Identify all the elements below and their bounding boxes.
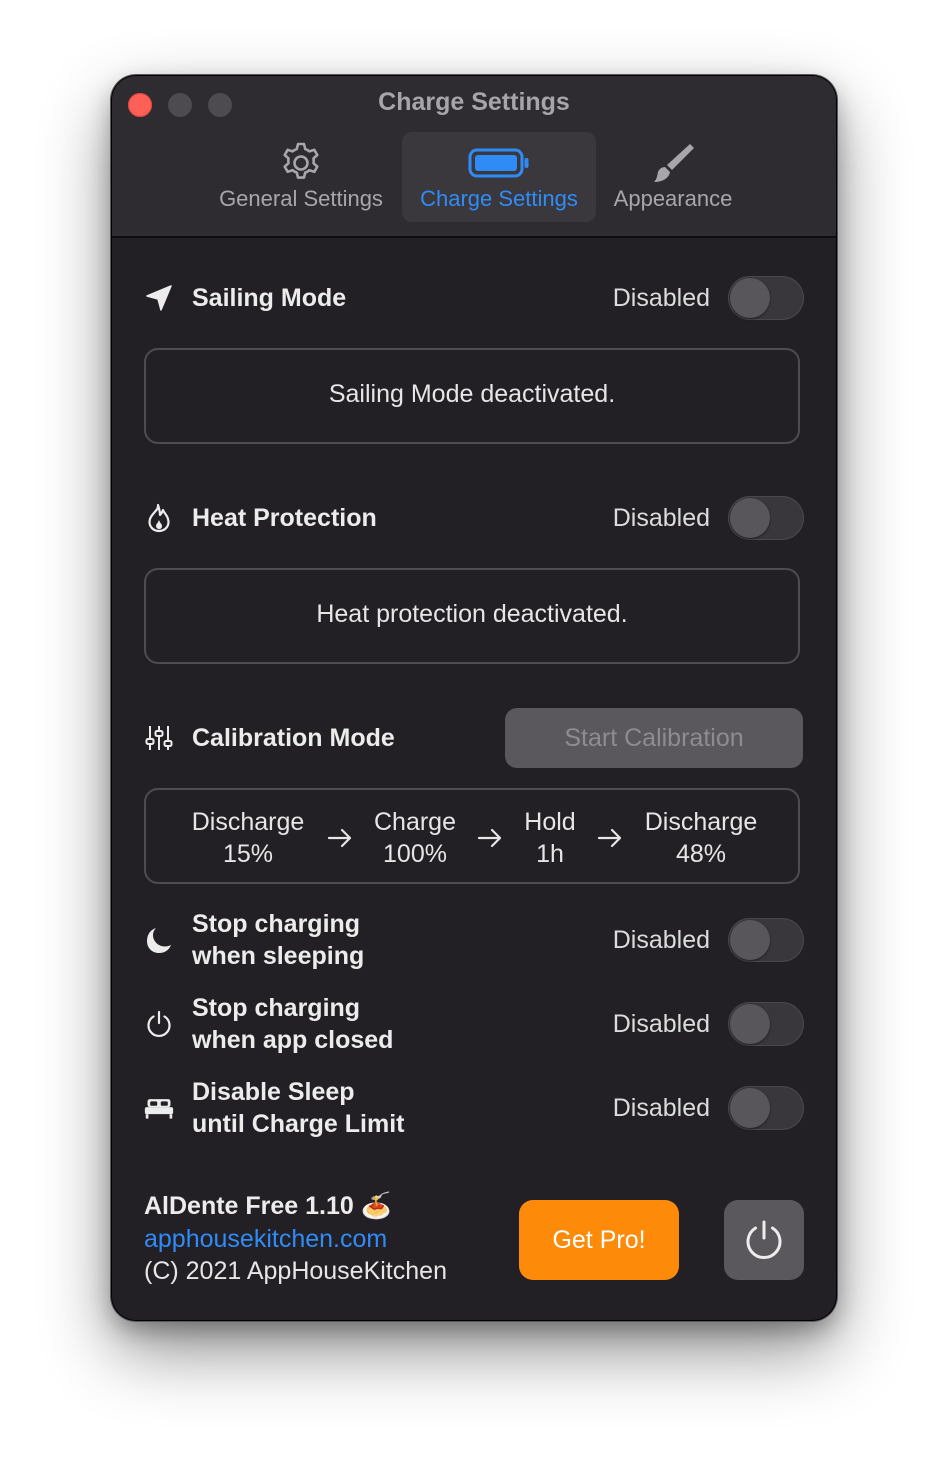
tab-label: Appearance	[613, 186, 733, 211]
flame-icon	[144, 503, 174, 533]
stop-charging-sleeping-toggle[interactable]	[728, 918, 804, 962]
title-line: until Charge Limit	[192, 1110, 405, 1138]
arrow-right-icon	[327, 828, 352, 848]
title-line: Disable Sleep	[192, 1078, 355, 1106]
tab-label: Charge Settings	[420, 186, 578, 211]
sailing-mode-toggle[interactable]	[728, 276, 804, 320]
paintbrush-icon	[602, 140, 744, 186]
step-label: Hold	[524, 808, 576, 836]
gear-icon	[208, 140, 394, 186]
step-value: 15%	[222, 840, 274, 868]
toggle-knob	[730, 1004, 770, 1044]
calibration-steps-box: Discharge 15% Charge 100% Hold 1h Discha…	[144, 788, 800, 884]
title-line: when app closed	[192, 1026, 394, 1054]
tab-appearance[interactable]: Appearance	[602, 132, 744, 222]
calibration-step: Discharge 15%	[178, 806, 318, 870]
step-label: Discharge	[191, 808, 305, 836]
toggle-knob	[730, 278, 770, 318]
calibration-step: Charge 100%	[360, 806, 470, 870]
sailing-mode-title: Sailing Mode	[192, 284, 347, 312]
stop-charging-sleeping-status: Disabled	[612, 926, 710, 954]
title-line: Stop charging	[192, 910, 361, 938]
heat-protection-message: Heat protection deactivated.	[316, 600, 628, 628]
moon-icon	[144, 925, 174, 955]
calibration-step: Discharge 48%	[630, 806, 772, 870]
charge-settings-window: Charge Settings General Settings Charge …	[112, 76, 836, 1320]
titlebar: Charge Settings General Settings Charge …	[112, 76, 836, 238]
calibration-step: Hold 1h	[510, 806, 590, 870]
location-arrow-icon	[144, 283, 174, 313]
title-line: when sleeping	[192, 942, 365, 970]
battery-icon	[402, 140, 596, 186]
stop-charging-app-closed-status: Disabled	[612, 1010, 710, 1038]
step-value: 100%	[383, 840, 447, 868]
step-value: 48%	[675, 840, 727, 868]
heat-protection-info-box: Heat protection deactivated.	[144, 568, 800, 664]
tab-charge-settings[interactable]: Charge Settings	[402, 132, 596, 222]
pasta-emoji: 🍝	[360, 1192, 392, 1220]
tab-general-settings[interactable]: General Settings	[208, 132, 394, 222]
sailing-mode-info-box: Sailing Mode deactivated.	[144, 348, 800, 444]
toggle-knob	[730, 1088, 770, 1128]
website-link[interactable]: apphousekitchen.com	[144, 1225, 387, 1254]
start-calibration-button[interactable]: Start Calibration	[505, 708, 803, 768]
stop-charging-app-closed-title: Stop charging when app closed	[192, 992, 393, 1056]
bed-icon	[144, 1093, 174, 1123]
sailing-mode-status: Disabled	[612, 284, 710, 312]
disable-sleep-title: Disable Sleep until Charge Limit	[192, 1076, 405, 1140]
disable-sleep-status: Disabled	[612, 1094, 710, 1122]
app-name: AlDente Free 1.10	[144, 1192, 354, 1220]
tab-label: General Settings	[219, 186, 383, 211]
step-label: Charge	[374, 808, 456, 836]
get-pro-button[interactable]: Get Pro!	[519, 1200, 679, 1280]
toggle-knob	[730, 498, 770, 538]
toggle-knob	[730, 920, 770, 960]
heat-protection-toggle[interactable]	[728, 496, 804, 540]
title-line: Stop charging	[192, 994, 361, 1022]
heat-protection-title: Heat Protection	[192, 504, 377, 532]
stop-charging-sleeping-title: Stop charging when sleeping	[192, 908, 364, 972]
app-version-label: AlDente Free 1.10 🍝	[144, 1192, 392, 1221]
calibration-mode-title: Calibration Mode	[192, 724, 395, 752]
disable-sleep-toggle[interactable]	[728, 1086, 804, 1130]
arrow-right-icon	[477, 828, 502, 848]
window-title: Charge Settings	[378, 88, 570, 116]
arrow-right-icon	[597, 828, 622, 848]
quit-button[interactable]	[724, 1200, 804, 1280]
copyright-text: (C) 2021 AppHouseKitchen	[144, 1257, 447, 1285]
power-icon	[746, 1220, 782, 1259]
step-value: 1h	[536, 840, 564, 868]
stop-charging-app-closed-toggle[interactable]	[728, 1002, 804, 1046]
heat-protection-status: Disabled	[612, 504, 710, 532]
step-label: Discharge	[644, 808, 758, 836]
power-icon	[144, 1009, 174, 1039]
sliders-icon	[144, 723, 174, 753]
sailing-mode-message: Sailing Mode deactivated.	[328, 380, 616, 408]
